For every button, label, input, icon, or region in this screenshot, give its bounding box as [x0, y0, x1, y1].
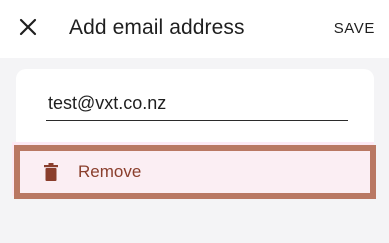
- page-title: Add email address: [69, 16, 245, 39]
- close-button[interactable]: [14, 15, 42, 43]
- close-icon: [19, 18, 37, 41]
- email-field[interactable]: [46, 86, 348, 121]
- save-button[interactable]: SAVE: [334, 20, 375, 37]
- trash-icon: [44, 163, 58, 181]
- remove-label: Remove: [78, 162, 142, 181]
- app-bar: Add email address SAVE: [0, 0, 389, 58]
- remove-button[interactable]: Remove: [14, 145, 376, 199]
